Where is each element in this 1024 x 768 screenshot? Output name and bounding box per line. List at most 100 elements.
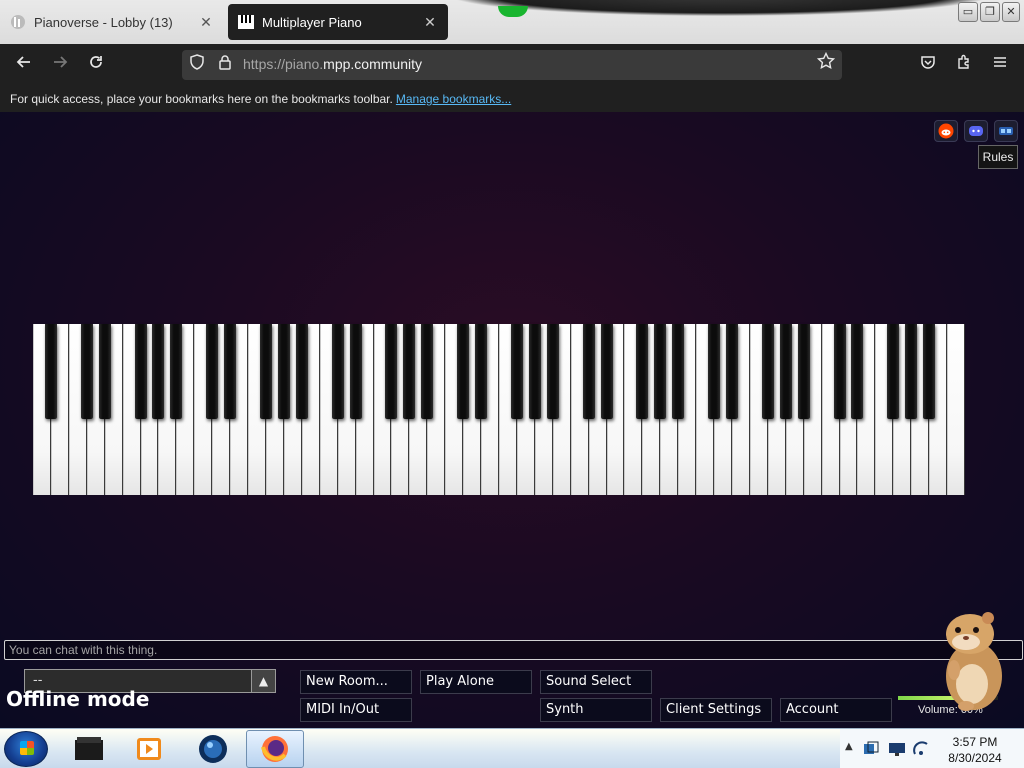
black-key[interactable] bbox=[206, 324, 219, 419]
black-key[interactable] bbox=[761, 324, 774, 419]
black-key[interactable] bbox=[528, 324, 541, 419]
hamburger-menu-icon[interactable] bbox=[987, 52, 1013, 78]
url-prefix: https://piano. bbox=[243, 56, 324, 72]
black-key[interactable] bbox=[672, 324, 685, 419]
black-key[interactable] bbox=[510, 324, 523, 419]
black-key[interactable] bbox=[295, 324, 308, 419]
tab-multiplayer-piano[interactable]: Multiplayer Piano ✕ bbox=[228, 4, 448, 40]
bookmarks-toolbar: For quick access, place your bookmarks h… bbox=[0, 86, 1024, 112]
restore-button[interactable]: ❐ bbox=[980, 2, 1000, 22]
chat-input[interactable]: You can chat with this thing. bbox=[4, 640, 1023, 660]
wifi-icon[interactable] bbox=[910, 730, 932, 768]
client-settings-button[interactable]: Client Settings bbox=[660, 698, 772, 722]
theme-swoosh bbox=[450, 0, 990, 16]
windows-logo-icon bbox=[20, 741, 34, 755]
black-key[interactable] bbox=[797, 324, 810, 419]
room-select-value: -- bbox=[33, 673, 43, 688]
taskbar-file-manager[interactable] bbox=[60, 730, 118, 768]
dropdown-arrow-icon[interactable]: ▲ bbox=[251, 670, 275, 692]
rules-tooltip: Rules bbox=[978, 145, 1018, 169]
black-key[interactable] bbox=[923, 324, 936, 419]
start-button[interactable] bbox=[4, 731, 48, 767]
black-key[interactable] bbox=[546, 324, 559, 419]
pocket-icon[interactable] bbox=[915, 52, 941, 78]
gamepad-icon[interactable] bbox=[994, 120, 1018, 142]
manage-bookmarks-link[interactable]: Manage bookmarks... bbox=[396, 92, 511, 106]
black-key[interactable] bbox=[170, 324, 183, 419]
account-button[interactable]: Account bbox=[780, 698, 892, 722]
new-room-button[interactable]: New Room... bbox=[300, 670, 412, 694]
black-key[interactable] bbox=[260, 324, 272, 419]
black-key[interactable] bbox=[851, 324, 864, 419]
black-key[interactable] bbox=[905, 324, 918, 419]
bookmarks-message: For quick access, place your bookmarks h… bbox=[10, 92, 393, 106]
close-tab-icon[interactable]: ✕ bbox=[198, 14, 214, 31]
file-manager-icon bbox=[75, 737, 103, 760]
tab-strip: Pianoverse - Lobby (13) ✕ Multiplayer Pi… bbox=[0, 0, 1024, 44]
taskbar-browser[interactable] bbox=[184, 730, 242, 768]
black-key[interactable] bbox=[98, 324, 111, 419]
hamster-mascot-image bbox=[936, 606, 1016, 716]
windows-taskbar: ▲ 3:57 PM 8/30/2024 bbox=[0, 728, 1024, 768]
taskbar-firefox[interactable] bbox=[246, 730, 304, 768]
back-button[interactable] bbox=[11, 52, 37, 78]
extensions-icon[interactable] bbox=[951, 52, 977, 78]
black-key[interactable] bbox=[636, 324, 649, 419]
tab-pianoverse[interactable]: Pianoverse - Lobby (13) ✕ bbox=[0, 4, 224, 40]
black-key[interactable] bbox=[331, 324, 344, 419]
lock-icon[interactable] bbox=[212, 52, 238, 78]
synth-button[interactable]: Synth bbox=[540, 698, 652, 722]
network-icon[interactable] bbox=[860, 730, 882, 768]
close-tab-icon[interactable]: ✕ bbox=[422, 14, 438, 31]
minimize-button[interactable]: ▭ bbox=[958, 2, 978, 22]
black-key[interactable] bbox=[224, 324, 237, 419]
black-key[interactable] bbox=[134, 324, 147, 419]
black-key[interactable] bbox=[385, 324, 398, 419]
reddit-icon[interactable] bbox=[934, 120, 958, 142]
piano-keyboard[interactable] bbox=[33, 324, 965, 495]
black-key[interactable] bbox=[475, 324, 488, 419]
piano-page: Rules You can chat with this thing. -- ▲… bbox=[0, 112, 1024, 728]
tab-label: Multiplayer Piano bbox=[262, 14, 362, 30]
midi-button[interactable]: MIDI In/Out bbox=[300, 698, 412, 722]
black-key[interactable] bbox=[457, 324, 470, 419]
close-window-button[interactable]: ✕ bbox=[1002, 2, 1020, 22]
taskbar-media-player[interactable] bbox=[120, 730, 178, 768]
shield-icon[interactable] bbox=[184, 52, 210, 78]
play-alone-button[interactable]: Play Alone bbox=[420, 670, 532, 694]
clock-date: 8/30/2024 bbox=[948, 751, 1002, 765]
black-key[interactable] bbox=[403, 324, 416, 419]
black-key[interactable] bbox=[779, 324, 792, 419]
show-hidden-icons-icon[interactable]: ▲ bbox=[845, 741, 853, 752]
discord-icon[interactable] bbox=[964, 120, 988, 142]
forward-button[interactable] bbox=[47, 52, 73, 78]
black-key[interactable] bbox=[708, 324, 721, 419]
theme-logo bbox=[498, 6, 528, 17]
url-domain: mpp.community bbox=[323, 56, 422, 72]
black-key[interactable] bbox=[654, 324, 667, 419]
display-icon[interactable] bbox=[886, 730, 908, 768]
media-player-icon bbox=[137, 738, 161, 760]
sound-select-button[interactable]: Sound Select bbox=[540, 670, 652, 694]
reload-button[interactable] bbox=[83, 52, 109, 78]
black-key[interactable] bbox=[349, 324, 362, 419]
black-key[interactable] bbox=[887, 324, 900, 419]
browser-globe-icon bbox=[199, 735, 227, 763]
black-key[interactable] bbox=[833, 324, 846, 419]
black-key[interactable] bbox=[726, 324, 738, 419]
black-key[interactable] bbox=[421, 324, 434, 419]
url-text[interactable]: https://piano.mpp.community bbox=[243, 56, 422, 72]
offline-status: Offline mode bbox=[6, 687, 150, 711]
black-key[interactable] bbox=[600, 324, 613, 419]
black-key[interactable] bbox=[582, 324, 595, 419]
black-key[interactable] bbox=[44, 324, 57, 419]
white-key[interactable] bbox=[947, 324, 965, 495]
taskbar-clock[interactable]: 3:57 PM 8/30/2024 bbox=[940, 734, 1010, 766]
tab-label: Pianoverse - Lobby (13) bbox=[34, 14, 173, 30]
black-key[interactable] bbox=[80, 324, 93, 419]
black-key[interactable] bbox=[277, 324, 290, 419]
bookmark-star-icon[interactable] bbox=[813, 51, 839, 78]
black-key[interactable] bbox=[152, 324, 165, 419]
window-controls: ▭ ❐ ✕ bbox=[958, 2, 1020, 22]
pianoverse-favicon-icon bbox=[10, 14, 26, 30]
